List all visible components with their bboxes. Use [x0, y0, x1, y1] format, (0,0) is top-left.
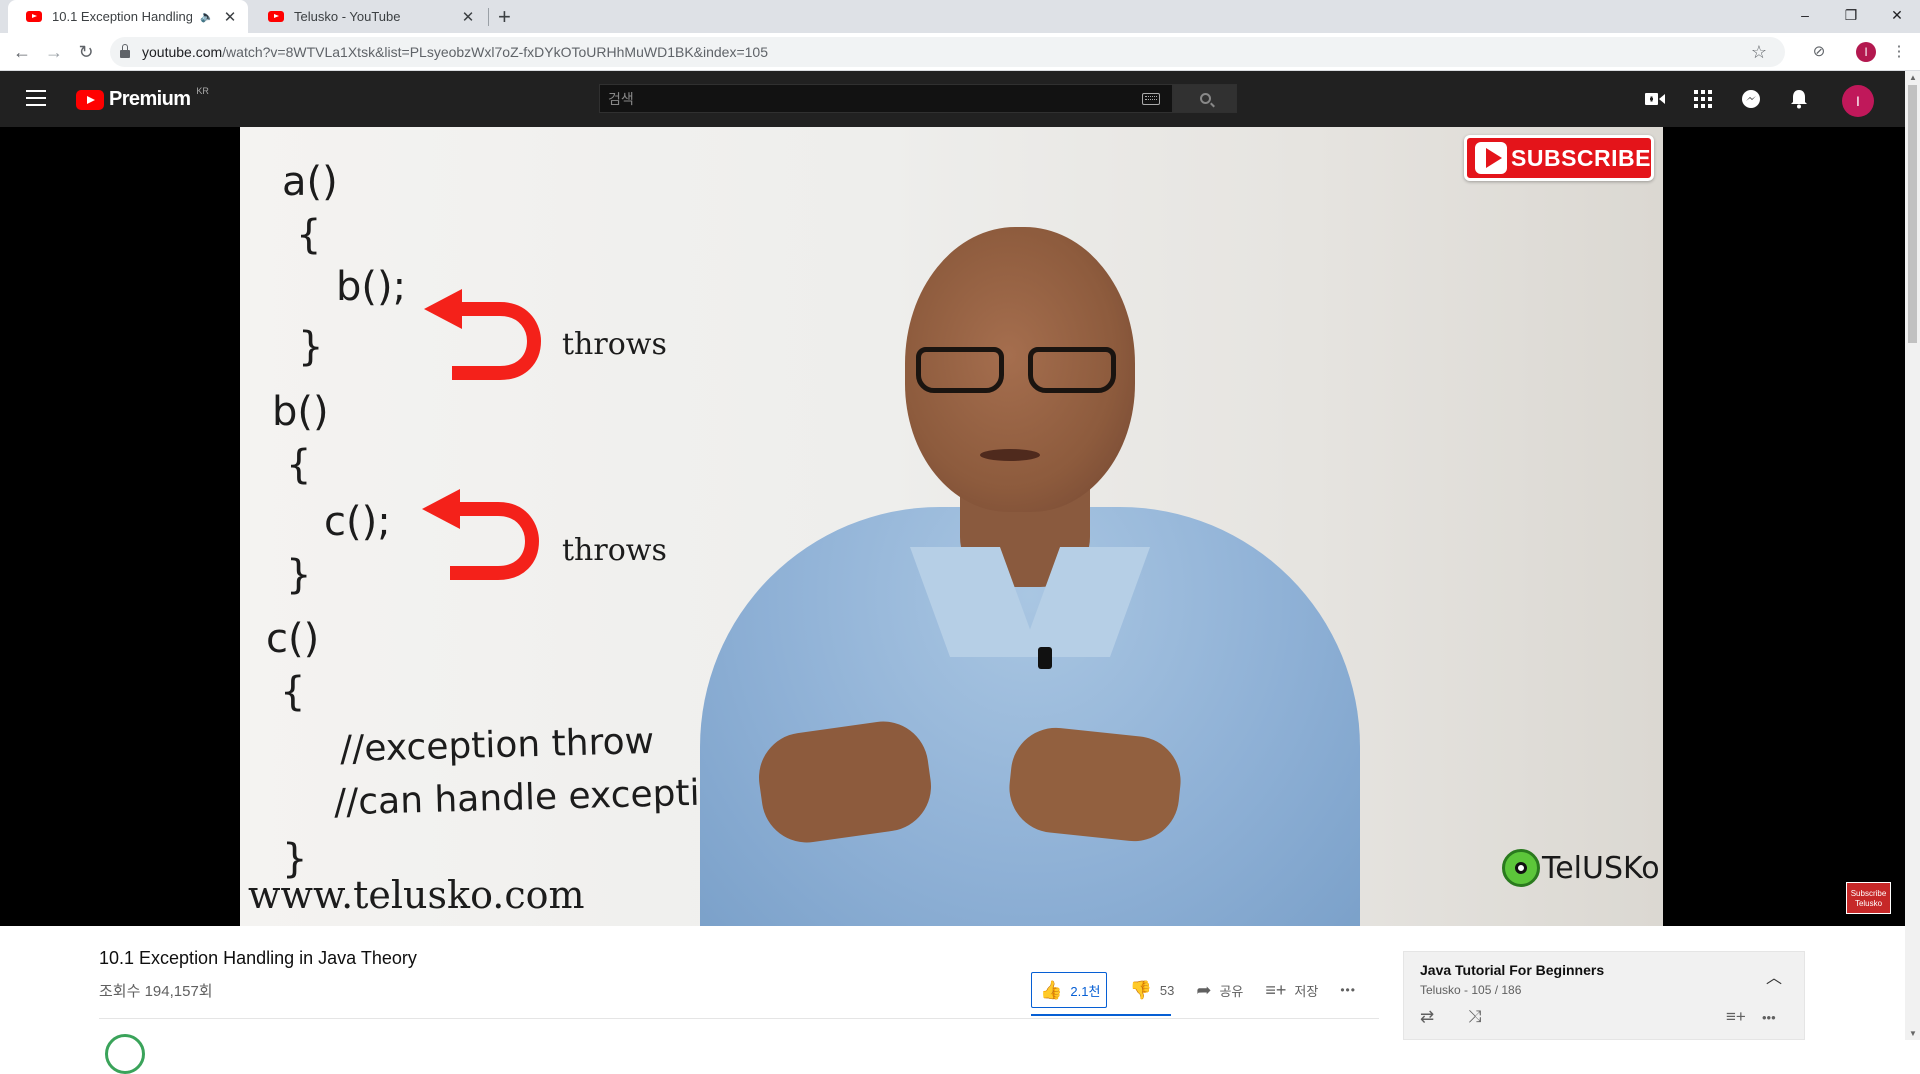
subscribe-badge: SUBSCRIBE — [1464, 135, 1654, 181]
code-line: } — [298, 324, 324, 370]
new-tab-button[interactable]: + — [498, 4, 511, 30]
code-line: { — [286, 442, 312, 488]
throws-label: throws — [562, 533, 667, 568]
logo-text: Premium — [109, 88, 191, 110]
play-icon — [1475, 142, 1508, 174]
shuffle-icon[interactable]: ⤨ — [1468, 1007, 1482, 1027]
country-code: KR — [196, 85, 209, 96]
code-line: { — [296, 212, 322, 258]
search-icon — [1199, 93, 1211, 104]
like-count: 2.1천 — [1070, 983, 1101, 999]
add-to-playlist-icon: ≡+ — [1265, 979, 1287, 1000]
tab-telusko[interactable]: Telusko - YouTube ✕ — [250, 0, 486, 33]
user-avatar[interactable]: I — [1842, 85, 1874, 117]
code-comment: //can handle exception — [333, 771, 745, 824]
bookmark-star-icon[interactable]: ☆ — [1751, 42, 1767, 63]
extension-icon[interactable]: ⊘ — [1808, 40, 1830, 62]
browser-toolbar: ← → ↻ youtube.com/watch?v=8WTVLa1Xtsk&li… — [0, 33, 1920, 71]
search-button[interactable] — [1173, 84, 1237, 113]
speaker-icon[interactable]: 🔈 — [200, 10, 214, 23]
lock-icon — [120, 44, 130, 58]
apps-grid-icon[interactable] — [1691, 87, 1715, 111]
thumbs-down-icon: 👎 — [1129, 979, 1152, 1000]
chevron-up-icon[interactable]: ︿ — [1766, 964, 1782, 988]
more-actions-button[interactable]: ••• — [1340, 972, 1356, 1008]
dislike-count: 53 — [1159, 982, 1175, 998]
youtube-favicon-icon — [26, 11, 42, 22]
keyboard-icon[interactable] — [1142, 93, 1160, 105]
create-video-icon[interactable] — [1643, 87, 1667, 111]
loop-icon[interactable]: ⇄ — [1420, 1007, 1434, 1027]
browser-tabstrip: 10.1 Exception Handling in 🔈 ✕ Telusko -… — [0, 0, 1920, 33]
share-arrow-icon: ➦ — [1196, 979, 1212, 1000]
throws-label: throws — [562, 327, 667, 362]
save-button[interactable]: ≡+ 저장 — [1265, 972, 1318, 1008]
messages-icon[interactable] — [1739, 87, 1763, 111]
tab-title: 10.1 Exception Handling in — [52, 9, 193, 24]
playlist-panel: Java Tutorial For Beginners Telusko - 10… — [1403, 951, 1805, 1040]
playlist-subtitle: Telusko - 105 / 186 — [1420, 983, 1522, 997]
scrollbar-thumb[interactable] — [1908, 85, 1917, 343]
browser-profile-avatar[interactable]: I — [1856, 42, 1876, 62]
code-line: c(); — [324, 499, 391, 545]
menu-icon[interactable] — [26, 90, 46, 106]
youtube-premium-logo[interactable]: Premium KR — [76, 85, 209, 111]
back-arrow-icon[interactable]: ← — [10, 40, 34, 64]
tab-divider — [488, 8, 489, 26]
reload-icon[interactable]: ↻ — [74, 40, 98, 64]
video-player[interactable]: a() { b(); } b() { c(); } c() { } throws… — [0, 127, 1905, 926]
notifications-bell-icon[interactable] — [1787, 87, 1811, 111]
url-text[interactable]: youtube.com/watch?v=8WTVLa1Xtsk&list=PLs… — [142, 44, 768, 60]
code-comment: //exception throw — [339, 720, 655, 771]
youtube-play-logo-icon — [76, 89, 104, 110]
like-button[interactable]: 👍 2.1천 — [1031, 972, 1108, 1008]
dislike-button[interactable]: 👎 53 — [1129, 972, 1174, 1008]
telusko-mascot-icon — [1502, 849, 1540, 887]
code-line: b() — [272, 389, 329, 435]
end-card-subscribe[interactable]: Subscribe Telusko — [1846, 882, 1891, 914]
website-watermark: www.telusko.com — [248, 873, 585, 917]
close-tab-icon[interactable]: ✕ — [222, 8, 238, 26]
close-window-button[interactable]: ✕ — [1874, 0, 1920, 30]
view-count: 조회수 194,157회 — [99, 983, 213, 1000]
return-arrow-icon — [424, 289, 542, 380]
video-frame: a() { b(); } b() { c(); } c() { } throws… — [240, 127, 1663, 926]
scroll-up-arrow-icon[interactable]: ▲ — [1909, 73, 1917, 82]
address-bar[interactable]: youtube.com/watch?v=8WTVLa1Xtsk&list=PLs… — [110, 37, 1785, 67]
close-tab-icon[interactable]: ✕ — [460, 8, 476, 26]
restore-button[interactable]: ❐ — [1828, 0, 1874, 30]
page-scrollbar[interactable]: ▲ ▼ — [1905, 71, 1920, 1040]
thumbs-up-icon: 👍 — [1040, 979, 1063, 1000]
code-line: } — [286, 552, 312, 598]
browser-menu-icon[interactable]: ⋮ — [1888, 40, 1910, 62]
telusko-logo: TelUSKo — [1502, 849, 1660, 887]
channel-avatar[interactable] — [105, 1034, 145, 1074]
youtube-masthead: Premium KR I — [0, 71, 1905, 127]
playlist-more-icon[interactable]: ••• — [1762, 1010, 1776, 1025]
video-actions: 👍 2.1천 👎 53 ➦ 공유 ≡+ 저장 ••• — [1031, 972, 1378, 1008]
tab-title: Telusko - YouTube — [294, 9, 401, 24]
search-box — [599, 84, 1173, 113]
return-arrow-icon — [422, 489, 540, 580]
code-line: b(); — [336, 264, 407, 310]
search-input[interactable] — [608, 90, 1128, 107]
section-divider — [99, 1018, 1379, 1019]
tab-active[interactable]: 10.1 Exception Handling in 🔈 ✕ — [8, 0, 248, 33]
minimize-button[interactable]: – — [1782, 0, 1828, 30]
like-ratio-bar — [1031, 1014, 1171, 1016]
code-line: a() — [282, 159, 338, 205]
code-line: c() — [266, 616, 320, 662]
share-button[interactable]: ➦ 공유 — [1196, 972, 1243, 1008]
forward-arrow-icon[interactable]: → — [42, 40, 66, 64]
code-line: { — [280, 669, 306, 715]
video-title: 10.1 Exception Handling in Java Theory — [99, 948, 417, 968]
add-to-queue-icon[interactable]: ≡+ — [1726, 1007, 1746, 1027]
more-icon: ••• — [1340, 983, 1356, 997]
scroll-down-arrow-icon[interactable]: ▼ — [1909, 1029, 1917, 1038]
youtube-favicon-icon — [268, 11, 284, 22]
playlist-title[interactable]: Java Tutorial For Beginners — [1420, 962, 1604, 978]
